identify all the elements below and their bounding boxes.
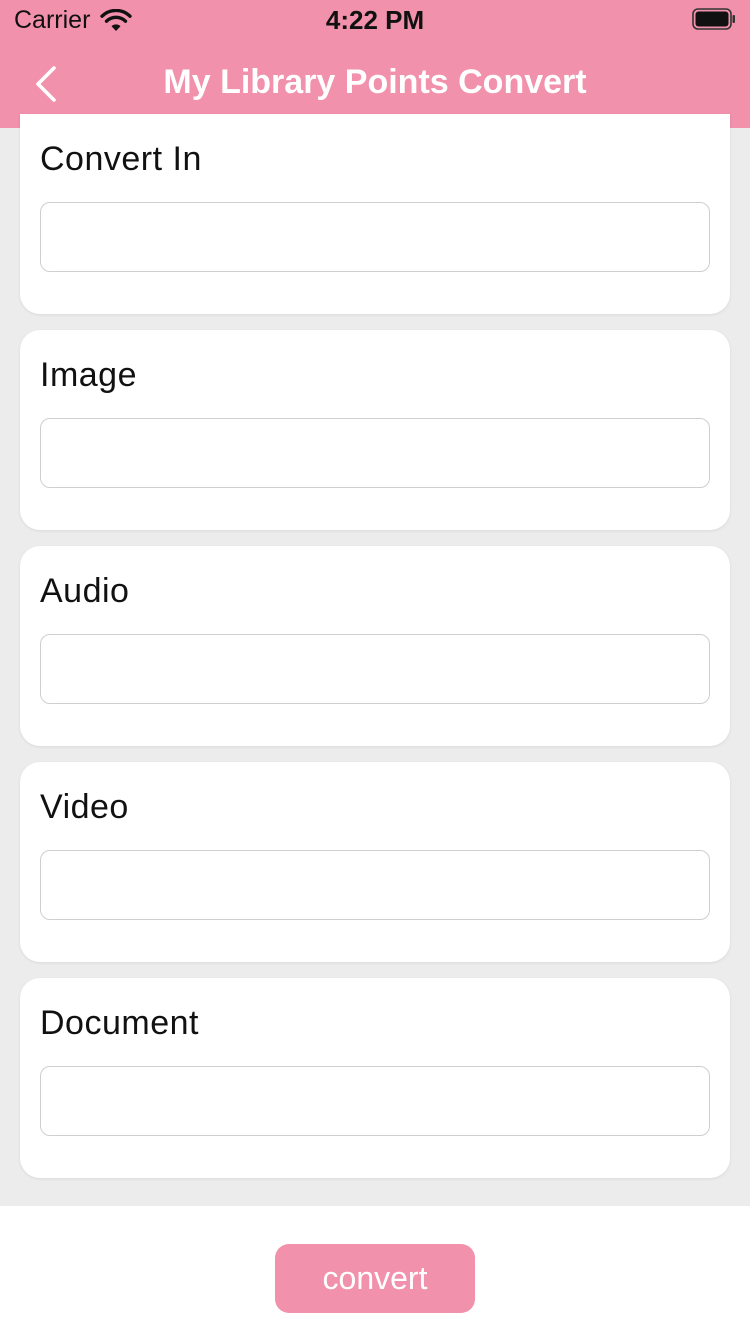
- field-label-document: Document: [40, 1004, 199, 1042]
- page-title: My Library Points Convert: [163, 63, 587, 101]
- app-header: Carrier 4:22 PM My Library Points Conver…: [0, 0, 750, 128]
- convert-button[interactable]: convert: [275, 1244, 475, 1313]
- main-content: Convert In Image Audio Video Document co…: [0, 114, 750, 1334]
- form-card-list: Convert In Image Audio Video Document: [0, 114, 750, 1206]
- field-label-video: Video: [40, 788, 129, 826]
- status-time: 4:22 PM: [325, 5, 425, 35]
- status-bar: Carrier 4:22 PM: [0, 0, 750, 40]
- battery-icon: [692, 8, 735, 30]
- form-card-image: Image: [20, 330, 730, 530]
- image-input[interactable]: [40, 418, 710, 488]
- form-card-convert-in: Convert In: [20, 114, 730, 314]
- field-label-convert-in: Convert In: [40, 140, 202, 178]
- form-card-audio: Audio: [20, 546, 730, 746]
- convert-in-input[interactable]: [40, 202, 710, 272]
- form-card-document: Document: [20, 978, 730, 1178]
- video-input[interactable]: [40, 850, 710, 920]
- document-input[interactable]: [40, 1066, 710, 1136]
- form-card-video: Video: [20, 762, 730, 962]
- audio-input[interactable]: [40, 634, 710, 704]
- field-label-audio: Audio: [40, 572, 130, 610]
- field-label-image: Image: [40, 356, 137, 394]
